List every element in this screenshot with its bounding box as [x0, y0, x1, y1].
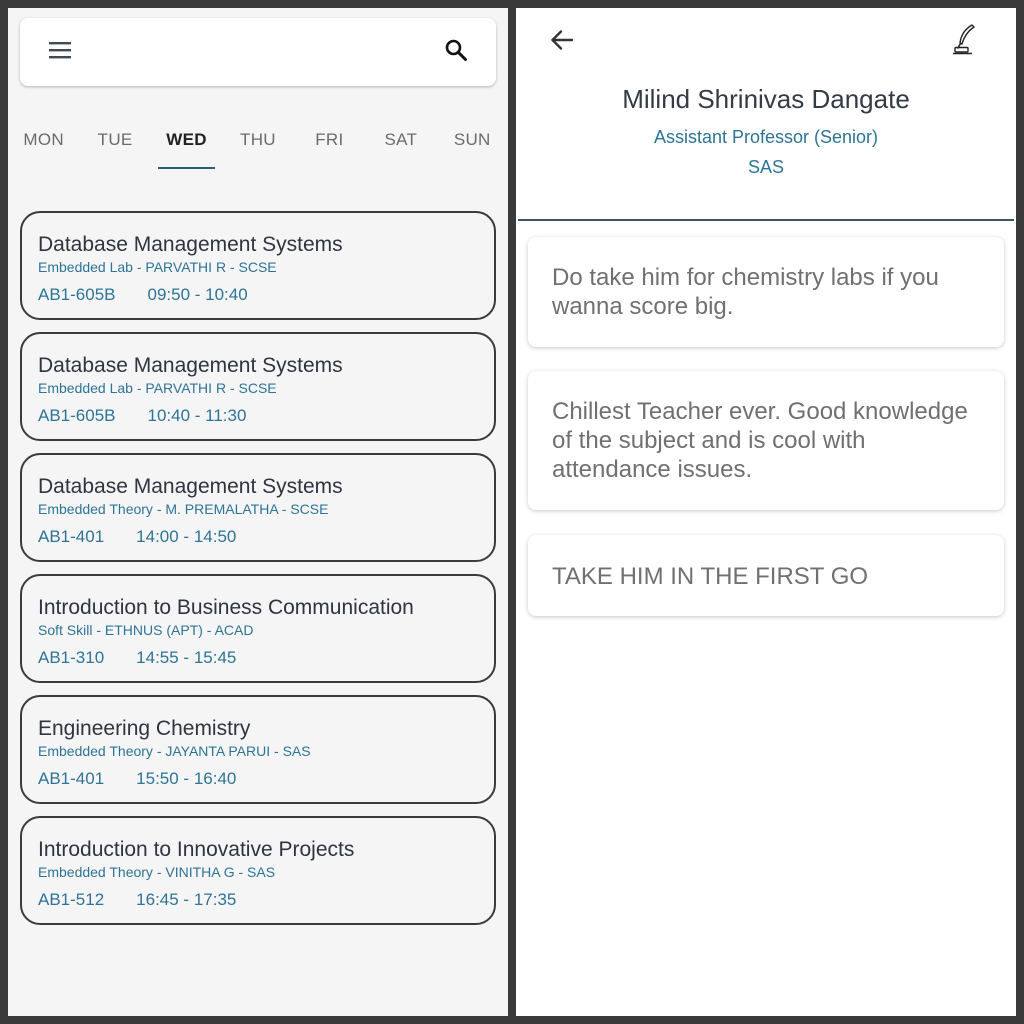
class-room: AB1-310: [38, 648, 105, 667]
class-title: Introduction to Business Communication: [38, 596, 414, 619]
tab-fri[interactable]: FRI: [294, 120, 365, 170]
back-button[interactable]: [542, 24, 582, 60]
tab-label: THU: [240, 130, 276, 149]
class-list: Database Management Systems Embedded Lab…: [20, 211, 496, 937]
professor-department: SAS: [747, 157, 785, 177]
class-card[interactable]: Introduction to Business Communication S…: [20, 574, 496, 683]
class-title: Database Management Systems: [38, 233, 343, 256]
class-room: AB1-401: [38, 769, 105, 788]
class-subtitle: Embedded Lab - PARVATHI R - SCSE: [38, 259, 277, 275]
tab-label: TUE: [97, 130, 133, 149]
tab-thu[interactable]: THU: [222, 120, 293, 170]
class-time: 14:00 - 14:50: [136, 527, 237, 546]
day-tabs: MON TUE WED THU FRI SAT SUN: [8, 120, 508, 170]
class-time: 14:55 - 15:45: [136, 648, 237, 667]
review-text: Chillest Teacher ever. Good knowledge of…: [552, 398, 968, 483]
class-meta: AB1-605B 10:40 - 11:30: [38, 406, 494, 426]
class-subtitle: Embedded Theory - M. PREMALATHA - SCSE: [38, 501, 329, 517]
professor-panel: Milind Shrinivas Dangate Assistant Profe…: [516, 8, 1016, 1016]
review-card[interactable]: Do take him for chemistry labs if you wa…: [528, 237, 1004, 347]
class-card[interactable]: Engineering Chemistry Embedded Theory - …: [20, 695, 496, 804]
class-card[interactable]: Database Management Systems Embedded Lab…: [20, 211, 496, 320]
search-button[interactable]: [434, 32, 478, 72]
header-divider: [518, 219, 1014, 221]
class-time: 15:50 - 16:40: [136, 769, 237, 788]
class-meta: AB1-401 14:00 - 14:50: [38, 527, 494, 547]
tab-sun[interactable]: SUN: [437, 120, 508, 170]
class-time: 10:40 - 11:30: [147, 406, 247, 425]
class-subtitle: Soft Skill - ETHNUS (APT) - ACAD: [38, 622, 254, 638]
tab-wed[interactable]: WED: [151, 120, 222, 170]
class-card[interactable]: Database Management Systems Embedded The…: [20, 453, 496, 562]
tab-label: WED: [166, 130, 207, 149]
review-text: TAKE HIM IN THE FIRST GO: [552, 563, 869, 590]
tab-tue[interactable]: TUE: [79, 120, 150, 170]
professor-name: Milind Shrinivas Dangate: [622, 84, 910, 114]
class-title: Database Management Systems: [38, 354, 343, 377]
class-room: AB1-512: [38, 890, 105, 909]
class-time: 16:45 - 17:35: [136, 890, 237, 909]
class-meta: AB1-605B 09:50 - 10:40: [38, 285, 494, 305]
search-icon[interactable]: [444, 38, 468, 67]
class-subtitle: Embedded Theory - JAYANTA PARUI - SAS: [38, 743, 311, 759]
tab-label: SAT: [384, 130, 418, 149]
class-subtitle: Embedded Theory - VINITHA G - SAS: [38, 864, 276, 880]
menu-icon[interactable]: [48, 40, 72, 65]
class-time: 09:50 - 10:40: [147, 285, 248, 304]
professor-designation: Assistant Professor (Senior): [653, 127, 879, 147]
tab-label: SUN: [453, 130, 491, 149]
class-meta: AB1-401 15:50 - 16:40: [38, 769, 494, 789]
class-title: Database Management Systems: [38, 475, 343, 498]
class-card[interactable]: Database Management Systems Embedded Lab…: [20, 332, 496, 441]
class-subtitle: Embedded Lab - PARVATHI R - SCSE: [38, 380, 277, 396]
review-card[interactable]: Chillest Teacher ever. Good knowledge of…: [528, 371, 1004, 510]
review-card[interactable]: TAKE HIM IN THE FIRST GO: [528, 535, 1004, 616]
class-card[interactable]: Introduction to Innovative Projects Embe…: [20, 816, 496, 925]
quill-pen-icon[interactable]: [952, 23, 978, 60]
class-title: Engineering Chemistry: [38, 717, 251, 740]
class-meta: AB1-310 14:55 - 15:45: [38, 648, 494, 668]
arrow-back-icon[interactable]: [550, 29, 574, 56]
tab-label: FRI: [315, 130, 344, 149]
tab-sat[interactable]: SAT: [365, 120, 436, 170]
tab-mon[interactable]: MON: [8, 120, 79, 170]
class-room: AB1-605B: [38, 285, 116, 304]
search-bar[interactable]: [20, 18, 496, 86]
class-room: AB1-401: [38, 527, 105, 546]
write-review-button[interactable]: [948, 22, 982, 60]
review-text: Do take him for chemistry labs if you wa…: [552, 264, 939, 320]
timetable-panel: MON TUE WED THU FRI SAT SUN Database Man…: [8, 8, 508, 1016]
review-list: Do take him for chemistry labs if you wa…: [528, 237, 1004, 640]
class-title: Introduction to Innovative Projects: [38, 838, 355, 861]
class-room: AB1-605B: [38, 406, 116, 425]
tab-label: MON: [23, 130, 64, 149]
class-meta: AB1-512 16:45 - 17:35: [38, 890, 494, 910]
menu-button[interactable]: [38, 32, 82, 72]
